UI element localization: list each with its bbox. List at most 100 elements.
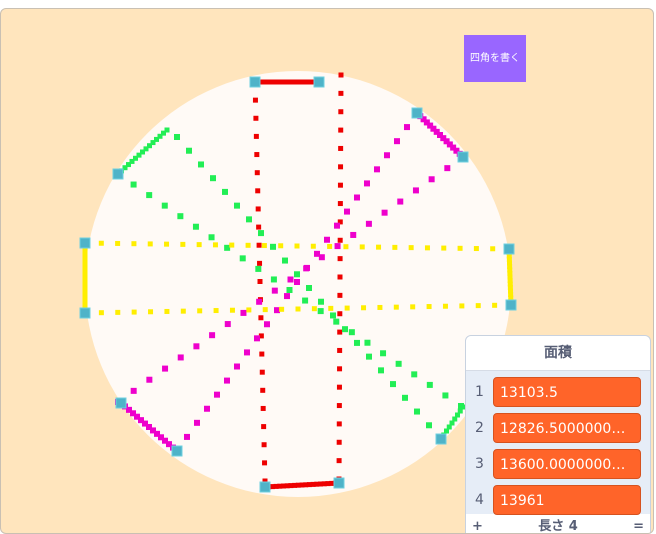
list-item-index: 3 [475, 456, 484, 472]
yellow-dot [377, 304, 383, 310]
red-dot [256, 224, 262, 230]
red-dot [261, 424, 267, 430]
green-dot [177, 213, 184, 220]
red-dot [337, 347, 343, 353]
red-dot [337, 366, 343, 372]
red-dot [259, 351, 265, 357]
green-dot [366, 353, 372, 360]
yellow-dot [359, 244, 365, 250]
yellow-dot [327, 243, 333, 249]
red-dot [254, 170, 260, 176]
resize-handle[interactable]: = [633, 516, 644, 533]
magenta-dot [184, 433, 190, 440]
list-item-value[interactable]: 13600.000000000002 [493, 449, 641, 479]
magenta-dot [294, 279, 300, 285]
list-item-value[interactable]: 13961 [493, 485, 641, 515]
green-dot [306, 285, 312, 291]
green-edge-dot [164, 127, 170, 133]
yellow-dot [245, 242, 251, 248]
magenta-dot [287, 276, 294, 283]
red-dot [336, 403, 342, 409]
green-dot [282, 257, 288, 264]
yellow-dot [147, 241, 153, 247]
magenta-dot [234, 363, 240, 370]
yellow-dot [361, 305, 367, 311]
red-dot [338, 145, 344, 151]
corner-marker [79, 237, 91, 249]
magenta-dot [394, 138, 400, 145]
green-dot [330, 312, 336, 319]
yellow-dot [229, 242, 235, 248]
yellow-dot [442, 303, 448, 309]
yellow-dot [410, 304, 416, 310]
yellow-dot [115, 240, 121, 246]
list-monitor: 面積 1 13103.5 2 12826.500000000002 3 1360… [465, 335, 651, 533]
red-dot [337, 182, 343, 188]
list-footer: + 長さ 4 = [466, 516, 650, 533]
magenta-dot [397, 198, 404, 205]
green-dot [239, 255, 246, 262]
yellow-dot [131, 241, 137, 247]
yellow-dot [115, 309, 121, 315]
green-dot [354, 339, 360, 346]
add-item-button[interactable]: + [472, 516, 483, 533]
green-dot [198, 161, 204, 168]
green-dot [174, 134, 180, 140]
green-dot [395, 360, 402, 367]
green-dot [294, 271, 300, 278]
yellow-dot [459, 303, 465, 309]
green-dot [246, 216, 252, 223]
corner-marker [249, 76, 261, 88]
red-dot [336, 421, 342, 427]
yellow-dot [164, 241, 170, 247]
yellow-dot [473, 246, 479, 252]
red-dot [337, 237, 343, 243]
green-dot [146, 192, 153, 199]
magenta-dot [365, 220, 372, 227]
red-dot [337, 311, 343, 317]
green-dot [317, 308, 324, 315]
green-dot [402, 394, 408, 401]
corner-marker [259, 481, 271, 493]
yellow-dot [490, 246, 496, 252]
magenta-dot [214, 391, 220, 398]
red-dot [336, 384, 342, 390]
list-item-value[interactable]: 12826.500000000002 [493, 413, 641, 443]
magenta-dot [404, 124, 410, 131]
magenta-dot [264, 321, 270, 328]
green-dot [390, 381, 396, 388]
yellow-dot [246, 307, 252, 313]
yellow-dot [492, 302, 498, 308]
green-dot [208, 234, 215, 241]
magenta-dot [240, 309, 247, 316]
yellow-dot [475, 303, 481, 309]
red-dot [337, 329, 343, 335]
corner-marker [79, 307, 91, 319]
yellow-dot [180, 241, 186, 247]
magenta-dot [334, 222, 340, 229]
red-dot [252, 97, 258, 103]
yellow-dot [344, 305, 350, 311]
magenta-dot [193, 343, 200, 350]
yellow-dot [294, 243, 300, 249]
green-dot [364, 339, 371, 346]
magenta-dot [364, 180, 370, 187]
draw-square-button[interactable]: 四角を書く [464, 35, 526, 82]
magenta-dot [177, 354, 184, 361]
green-dot [302, 297, 309, 304]
red-dot [253, 115, 259, 121]
corner-marker [112, 168, 124, 180]
yellow-dot [343, 244, 349, 250]
green-dot [255, 265, 262, 272]
green-dot [210, 175, 216, 182]
list-title: 面積 [466, 336, 650, 371]
yellow-dot [376, 244, 382, 250]
magenta-dot [244, 349, 250, 356]
green-dot [222, 188, 228, 195]
red-dot [259, 369, 265, 375]
red-dot [337, 292, 343, 298]
magenta-dot [318, 254, 325, 261]
list-item-value[interactable]: 13103.5 [493, 377, 641, 407]
corner-marker [313, 76, 325, 88]
magenta-dot [162, 365, 169, 372]
